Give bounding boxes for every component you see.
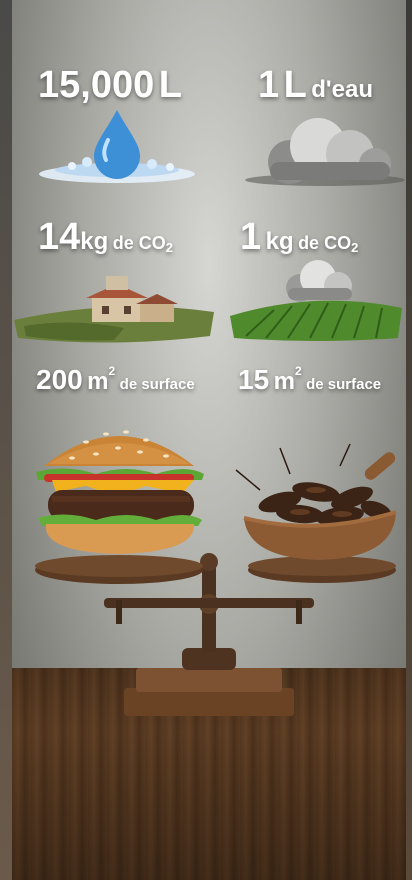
water-drop-icon (39, 110, 195, 183)
insect-co2-unit: kg (265, 228, 294, 255)
insect-water-stat: 1 L d'eau (258, 66, 373, 104)
beef-co2-value: 14 (38, 216, 81, 258)
insect-water-unit: L (283, 64, 307, 106)
beef-co2-unit: kg (80, 228, 109, 255)
insect-water-value: 1 (258, 64, 280, 106)
infographic-poster: 15,000 L 1 L d'eau 14kg de CO2 1 kg de C… (12, 0, 406, 880)
insect-co2-sub: 2 (351, 240, 359, 255)
crop-field-cloud-icon (230, 260, 402, 341)
insect-co2-stat: 1 kg de CO2 (240, 218, 358, 256)
beef-co2-suffix: de CO (112, 233, 166, 253)
insect-surface-sup: 2 (294, 364, 302, 378)
beef-surface-value: 200 (36, 364, 83, 395)
insect-surface-suffix: de surface (306, 376, 382, 393)
insect-co2-suffix: de CO (298, 233, 352, 253)
farmhouse-icon (14, 276, 214, 343)
insect-water-suffix: d'eau (311, 76, 373, 103)
cloud-icon (245, 118, 405, 186)
right-edge-strip (406, 0, 412, 880)
beef-water-unit: L (158, 64, 182, 106)
burger-icon (36, 430, 204, 554)
beef-surface-sup: 2 (108, 364, 116, 378)
insect-surface-value: 15 (238, 364, 270, 395)
beef-co2-sub: 2 (165, 240, 173, 255)
beef-water-value: 15,000 (38, 64, 155, 106)
insect-co2-value: 1 (240, 216, 262, 258)
beef-surface-unit: m (87, 368, 109, 395)
insect-surface-unit: m (273, 368, 295, 395)
beef-surface-suffix: de surface (119, 376, 195, 393)
beef-water-stat: 15,000 L (38, 66, 182, 104)
beef-co2-stat: 14kg de CO2 (38, 218, 173, 256)
insect-surface-stat: 15 m2 de surface (238, 365, 381, 394)
crickets-bowl-icon (235, 443, 397, 560)
beef-surface-stat: 200 m2 de surface (36, 365, 195, 394)
left-edge-strip (0, 0, 12, 880)
